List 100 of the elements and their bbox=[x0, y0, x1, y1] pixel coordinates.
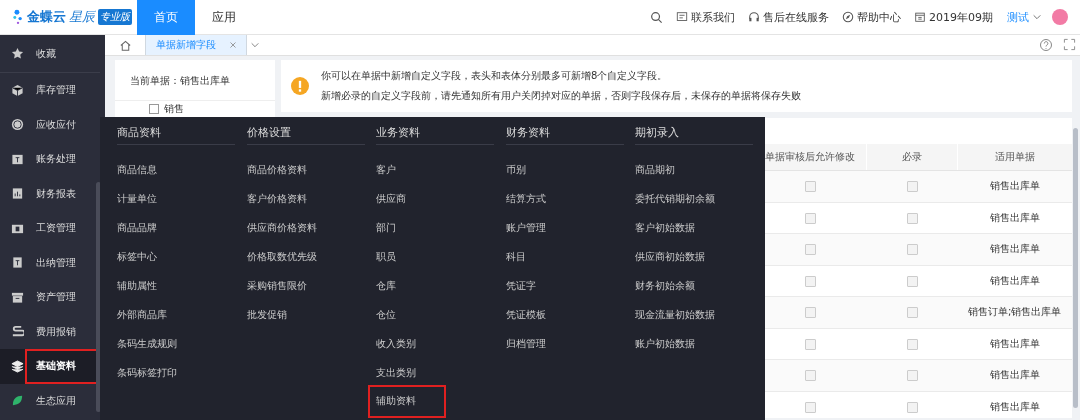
warning-icon bbox=[291, 77, 309, 95]
header-link[interactable]: 2019年09期 bbox=[929, 9, 993, 25]
checkbox[interactable] bbox=[906, 244, 918, 255]
table-cell: 销售出库单 bbox=[989, 180, 1040, 192]
menu-item[interactable]: 职员 bbox=[376, 242, 397, 271]
sidebar-item[interactable]: 收藏 bbox=[0, 35, 100, 73]
menu-item[interactable]: 价格取数优先级 bbox=[246, 242, 317, 271]
menu-group-title: 价格设置 bbox=[246, 125, 365, 145]
headset-icon bbox=[748, 11, 760, 23]
menu-item[interactable]: 标签中心 bbox=[117, 242, 157, 271]
nav-tab[interactable]: 应用 bbox=[195, 0, 253, 35]
sidebar-item[interactable]: 财务报表 bbox=[0, 176, 100, 211]
tree-item[interactable]: 销售 bbox=[164, 102, 184, 116]
menu-item[interactable]: 供应商价格资料 bbox=[246, 213, 317, 242]
checkbox[interactable] bbox=[906, 370, 918, 381]
menu-item[interactable]: 供应商初始数据 bbox=[635, 242, 706, 271]
chat-icon bbox=[676, 11, 688, 23]
menu-item[interactable]: 账户初始数据 bbox=[635, 329, 696, 358]
menu-item[interactable]: 账户管理 bbox=[505, 213, 546, 242]
logo-icon bbox=[12, 9, 24, 25]
column-header: 单据审核后允许修改 bbox=[765, 151, 855, 162]
header-link[interactable]: 帮助中心 bbox=[857, 9, 901, 25]
checkbox[interactable] bbox=[804, 307, 816, 318]
menu-item[interactable]: 条码标签打印 bbox=[117, 358, 177, 387]
checkbox[interactable] bbox=[804, 401, 816, 413]
menu-group-title: 期初录入 bbox=[635, 125, 754, 145]
checkbox[interactable] bbox=[906, 212, 918, 224]
menu-item[interactable]: 客户初始数据 bbox=[635, 213, 696, 242]
caret-icon[interactable] bbox=[250, 40, 260, 50]
home-icon[interactable] bbox=[118, 38, 132, 52]
checkbox[interactable] bbox=[804, 370, 816, 381]
checkbox[interactable] bbox=[804, 338, 816, 350]
sidebar-item[interactable]: 出纳管理 bbox=[0, 245, 100, 280]
menu-item[interactable]: 外部商品库 bbox=[117, 300, 167, 329]
menu-item[interactable]: 客户 bbox=[376, 155, 397, 184]
table-cell: 销售出库单 bbox=[989, 369, 1040, 381]
menu-item[interactable]: 币别 bbox=[505, 155, 526, 184]
menu-item[interactable]: 商品品牌 bbox=[117, 213, 157, 242]
menu-item[interactable]: 采购销售限价 bbox=[246, 271, 307, 300]
menu-item[interactable]: 辅助资料 bbox=[370, 387, 445, 416]
menu-item[interactable]: 凭证模板 bbox=[505, 300, 546, 329]
fullscreen-icon[interactable] bbox=[1063, 38, 1076, 51]
menu-item[interactable]: 批发促销 bbox=[246, 300, 287, 329]
menu-item[interactable]: 供应商 bbox=[376, 184, 407, 213]
menu-item[interactable]: 条码生成规则 bbox=[117, 329, 177, 358]
cube-icon bbox=[11, 83, 24, 97]
box-icon bbox=[11, 256, 24, 270]
edition-badge: 专业版 bbox=[98, 9, 132, 25]
menu-item[interactable]: 财务初始余额 bbox=[635, 271, 696, 300]
header-link[interactable]: 售后在线服务 bbox=[763, 9, 829, 25]
menu-item[interactable]: 归档管理 bbox=[505, 329, 546, 358]
help-icon[interactable] bbox=[1039, 38, 1053, 52]
search-icon[interactable] bbox=[650, 10, 663, 24]
expand-icon[interactable] bbox=[149, 104, 159, 114]
column-header: 适用单据 bbox=[995, 151, 1035, 162]
close-icon[interactable] bbox=[228, 40, 238, 50]
checkbox[interactable] bbox=[804, 244, 816, 255]
caret-icon[interactable] bbox=[1032, 12, 1042, 22]
menu-item[interactable]: 凭证字 bbox=[505, 271, 536, 300]
menu-item[interactable]: 结算方式 bbox=[505, 184, 546, 213]
sidebar-item[interactable]: 工资管理 bbox=[0, 211, 100, 246]
menu-item[interactable]: 商品期初 bbox=[635, 155, 676, 184]
checkbox[interactable] bbox=[906, 401, 918, 413]
checkbox[interactable] bbox=[906, 181, 918, 192]
sidebar-item[interactable]: 应收应付 bbox=[0, 107, 100, 142]
sidebar-item[interactable]: 生态应用 bbox=[0, 383, 100, 418]
checkbox[interactable] bbox=[804, 212, 816, 224]
menu-item[interactable]: 仓位 bbox=[376, 300, 397, 329]
brand-name: 金蝶云 bbox=[27, 8, 66, 26]
notice-text: 新增必录的自定义字段前，请先通知所有用户关闭掉对应的单据，否则字段保存后，未保存的单据将保存失败 bbox=[321, 89, 801, 103]
menu-item[interactable]: 现金流量初始数据 bbox=[635, 300, 716, 329]
sidebar-item[interactable]: 资产管理 bbox=[0, 280, 100, 315]
menu-item[interactable]: 商品信息 bbox=[117, 155, 157, 184]
checkbox[interactable] bbox=[804, 275, 816, 287]
checkbox[interactable] bbox=[906, 338, 918, 350]
header-link[interactable]: 联系我们 bbox=[691, 9, 735, 25]
menu-item[interactable]: 支出类别 bbox=[376, 358, 417, 387]
menu-item[interactable]: 仓库 bbox=[376, 271, 397, 300]
menu-item[interactable]: 客户价格资料 bbox=[246, 184, 307, 213]
sidebar-item[interactable]: 库存管理 bbox=[0, 73, 100, 108]
menu-item[interactable]: 收入类别 bbox=[376, 329, 417, 358]
checkbox[interactable] bbox=[906, 275, 918, 287]
menu-item[interactable]: 委托代销期初余额 bbox=[635, 184, 716, 213]
checkbox[interactable] bbox=[906, 307, 918, 318]
table-cell: 销售出库单 bbox=[989, 400, 1040, 412]
menu-item[interactable]: 科目 bbox=[505, 242, 526, 271]
menu-item[interactable]: 部门 bbox=[376, 213, 397, 242]
menu-item[interactable]: 辅助属性 bbox=[117, 271, 157, 300]
sidebar-item[interactable]: 账务处理 bbox=[0, 142, 100, 177]
menu-item[interactable]: 商品价格资料 bbox=[246, 155, 307, 184]
user-name[interactable]: 测试 bbox=[1007, 9, 1029, 25]
menu-item[interactable]: 计量单位 bbox=[117, 184, 157, 213]
table-cell: 销售订单;销售出库单 bbox=[968, 306, 1062, 318]
avatar[interactable] bbox=[1052, 9, 1068, 25]
calendar-icon bbox=[914, 11, 926, 23]
product-name: 星辰 bbox=[69, 8, 95, 26]
sidebar-item[interactable]: 费用报销 bbox=[0, 314, 100, 349]
checkbox[interactable] bbox=[804, 181, 816, 192]
report-icon bbox=[11, 187, 24, 201]
star-icon bbox=[11, 47, 24, 60]
